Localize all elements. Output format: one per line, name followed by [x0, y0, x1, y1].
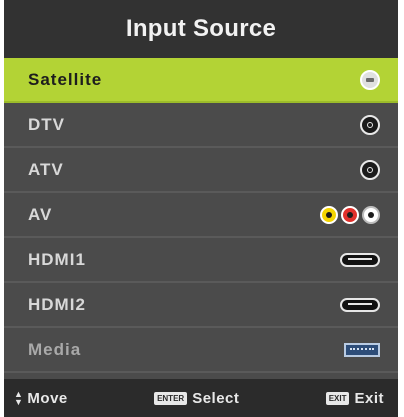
move-hint: ▲ ▼ Move — [14, 390, 68, 407]
source-item-satellite[interactable]: Satellite — [4, 58, 398, 103]
usb-port-icon — [344, 342, 380, 357]
input-source-menu: Input Source Satellite DTV ATV AV HDMI1 — [4, 0, 398, 417]
enter-key-icon: ENTER — [154, 391, 188, 405]
select-label: Select — [192, 389, 240, 407]
hdmi-port-icon — [340, 297, 380, 312]
source-item-atv[interactable]: ATV — [4, 148, 398, 193]
up-down-arrows-icon: ▲ ▼ — [14, 389, 24, 407]
select-hint: ENTER Select — [154, 390, 239, 407]
source-item-label: Satellite — [28, 69, 103, 89]
source-item-media[interactable]: Media — [4, 328, 398, 373]
source-item-label: DTV — [28, 114, 65, 134]
coax-icon — [360, 114, 380, 135]
exit-hint: EXIT Exit — [325, 389, 384, 407]
menu-title: Input Source — [4, 0, 398, 58]
footer-hints: ▲ ▼ Move ENTER Select EXIT Exit — [4, 379, 398, 417]
input-source-list: Satellite DTV ATV AV HDMI1 HDMI2 Media — [4, 58, 398, 373]
source-item-label: ATV — [28, 159, 64, 179]
coax-icon — [360, 159, 380, 180]
exit-label: Exit — [354, 389, 384, 407]
rca-av-icon — [317, 205, 380, 224]
exit-key-icon: EXIT — [325, 391, 350, 405]
satellite-coax-icon — [360, 69, 380, 90]
source-item-hdmi2[interactable]: HDMI2 — [4, 283, 398, 328]
source-item-hdmi1[interactable]: HDMI1 — [4, 238, 398, 283]
source-item-av[interactable]: AV — [4, 193, 398, 238]
source-item-dtv[interactable]: DTV — [4, 103, 398, 148]
move-label: Move — [27, 389, 68, 407]
source-item-label: Media — [28, 339, 82, 359]
hdmi-port-icon — [340, 252, 380, 267]
